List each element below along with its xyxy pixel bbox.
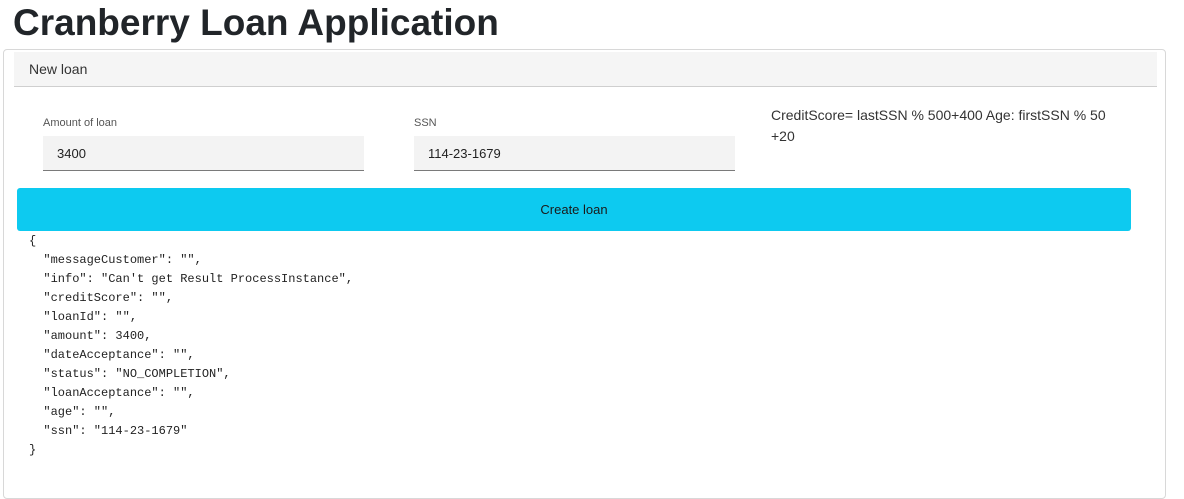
loan-card: New loan Amount of loan SSN CreditScore=…	[3, 49, 1166, 499]
card-header: New loan	[14, 52, 1157, 87]
ssn-label: SSN	[414, 117, 437, 129]
page-title: Cranberry Loan Application	[13, 2, 499, 43]
json-result-output: { "messageCustomer": "", "info": "Can't …	[29, 234, 354, 457]
amount-label: Amount of loan	[43, 117, 117, 129]
ssn-input[interactable]	[414, 136, 735, 171]
amount-input[interactable]	[43, 136, 364, 171]
create-loan-button[interactable]: Create loan	[17, 188, 1131, 231]
credit-score-formula-note: CreditScore= lastSSN % 500+400 Age: firs…	[771, 107, 1106, 144]
